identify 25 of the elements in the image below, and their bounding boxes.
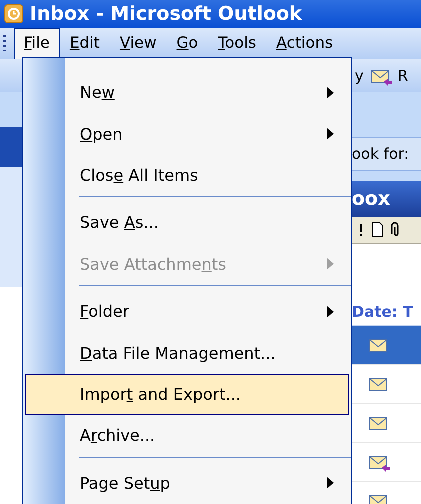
menu-item[interactable]: Import and Export... xyxy=(25,374,349,416)
menu-item[interactable]: Close All Items xyxy=(25,154,349,196)
menu-item[interactable]: Page Setup xyxy=(25,462,349,504)
menu-item[interactable]: Data File Management... xyxy=(25,332,349,374)
menu-title[interactable]: Actions xyxy=(266,28,344,59)
menu-item[interactable]: Save As... xyxy=(25,202,349,244)
toolbar-strip xyxy=(0,59,22,92)
clock-icon xyxy=(4,4,24,24)
pane-header xyxy=(0,127,22,167)
menu-title[interactable]: View xyxy=(110,28,167,59)
page-icon xyxy=(371,222,385,238)
menu-title[interactable]: File xyxy=(14,28,60,59)
menu-item[interactable]: Open xyxy=(25,113,349,155)
menu-item[interactable]: New xyxy=(25,72,349,114)
menu-title[interactable]: Tools xyxy=(208,28,266,59)
toolbar-text: y xyxy=(355,66,364,84)
window-title: Inbox - Microsoft Outlook xyxy=(30,3,302,25)
menu-item[interactable]: Folder xyxy=(25,290,349,332)
folder-title: oox xyxy=(352,188,390,210)
menu-title[interactable]: Edit xyxy=(60,28,110,59)
menu-item[interactable]: Archive... xyxy=(25,415,349,457)
menu-title[interactable]: Go xyxy=(166,28,208,59)
reply-button-label[interactable]: R xyxy=(398,66,408,84)
look-for-label: ook for: xyxy=(352,145,410,163)
message-row[interactable] xyxy=(352,326,421,365)
